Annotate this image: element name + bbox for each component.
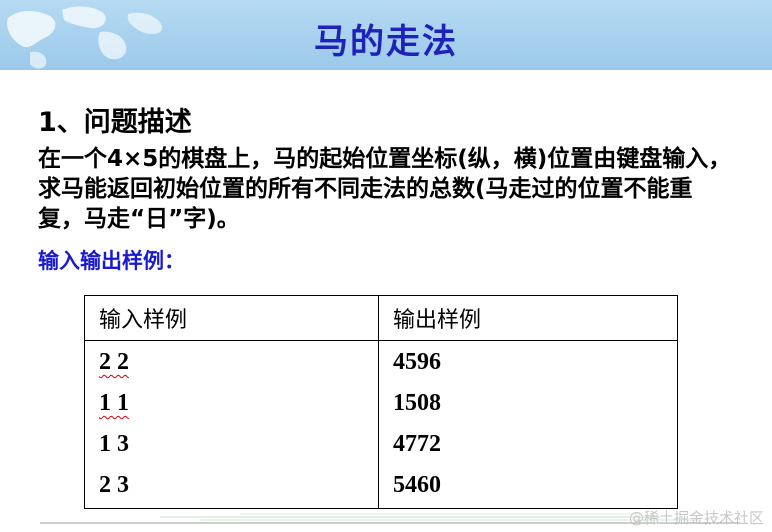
output-values-cell: 4596 1508 4772 5460 (378, 340, 678, 509)
input-value-text: 1 3 (99, 431, 129, 457)
problem-description: 在一个4×5的棋盘上，马的起始位置坐标(纵，横)位置由键盘输入，求马能返回初始位… (38, 146, 732, 232)
io-sample-table: 输入样例 输出样例 2 2 1 1 1 3 2 3 4596 1508 4772… (84, 295, 678, 509)
input-value: 1 1 (85, 383, 378, 424)
output-value: 4596 (393, 349, 441, 375)
title-banner: 马的走法 (0, 0, 772, 70)
watermark: @稀土掘金技术社区 (628, 509, 764, 527)
input-value-text: 2 3 (99, 472, 129, 498)
section-heading: 1、问题描述 (38, 107, 192, 138)
sample-label: 输入输出样例： (38, 249, 185, 273)
output-column-header: 输出样例 (378, 295, 678, 341)
slide-title: 马的走法 (314, 22, 458, 62)
table-header-row: 输入样例 输出样例 (84, 295, 678, 341)
output-value: 1508 (393, 390, 441, 416)
input-value-text: 2 2 (99, 349, 129, 375)
output-value: 5460 (393, 472, 441, 498)
input-value-text: 1 1 (99, 390, 129, 416)
input-value: 2 2 (85, 342, 378, 383)
input-value: 2 3 (85, 465, 378, 506)
input-column-header: 输入样例 (84, 295, 379, 341)
table-body-row: 2 2 1 1 1 3 2 3 4596 1508 4772 5460 (84, 340, 678, 509)
input-value: 1 3 (85, 424, 378, 465)
input-values-cell: 2 2 1 1 1 3 2 3 (84, 340, 379, 509)
output-value: 4772 (393, 431, 441, 457)
